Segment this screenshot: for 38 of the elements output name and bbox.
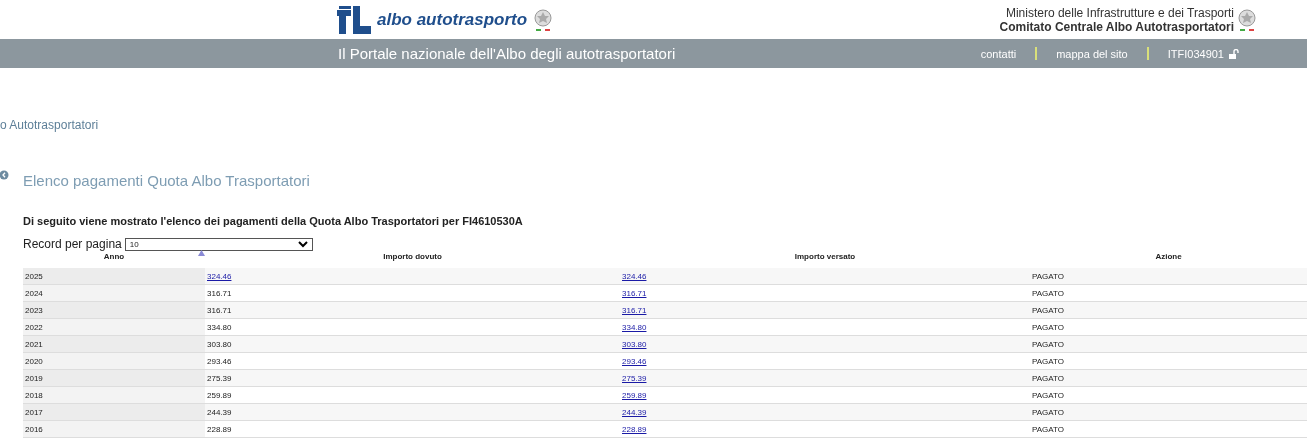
table-cell: 2025 [23, 265, 205, 285]
table-cell: PAGATO [1030, 265, 1307, 285]
back-icon[interactable] [0, 170, 9, 180]
emblem-icon [533, 7, 554, 32]
page-size-select[interactable]: 10 [124, 237, 313, 251]
table-cell: 259.89 [207, 390, 232, 400]
amount-link[interactable]: 324.46 [622, 271, 647, 281]
table-cell: 293.46 [207, 356, 232, 366]
unlock-icon [1229, 48, 1239, 59]
sort-arrow-icon [198, 250, 205, 256]
table-cell: 316.71 [207, 305, 232, 315]
amount-link[interactable]: 244.39 [622, 407, 647, 417]
table-cell: 316.71 [207, 288, 232, 298]
amount-link[interactable]: 228.89 [622, 424, 647, 434]
breadcrumb-link[interactable]: o Autotrasportatori [0, 118, 1307, 132]
amount-link[interactable]: 316.71 [622, 305, 647, 315]
emblem-icon [1237, 7, 1257, 32]
table-cell: 303.80 [207, 339, 232, 349]
amount-link[interactable]: 324.46 [207, 271, 232, 281]
table-cell: 228.89 [207, 424, 232, 434]
amount-link[interactable]: 316.71 [622, 288, 647, 298]
table-cell: 334.80 [207, 322, 232, 332]
table-cell: 275.39 [207, 373, 232, 383]
page-size-label: Record per pagina [23, 237, 122, 251]
amount-link[interactable]: 303.80 [622, 339, 647, 349]
chevron-icon [297, 240, 308, 248]
description-text: Di seguito viene mostrato l'elenco dei pagamenti della Quota Albo Trasportatori per FI4610530A [23, 215, 524, 227]
amount-link[interactable]: 334.80 [622, 322, 647, 332]
logo-mark-icon [335, 3, 371, 36]
ministry-name: Ministero delle Infrastrutture e dei Trasporti [1004, 5, 1234, 20]
committee-name: Comitato Centrale Albo Autotrasportatori [999, 19, 1234, 34]
portal-title: Il Portale nazionale dell'Albo degli autotrasportatori [338, 45, 676, 62]
table-cell: 244.39 [207, 407, 232, 417]
amount-link[interactable]: 293.46 [622, 356, 647, 366]
amount-link[interactable]: 259.89 [622, 390, 647, 400]
page-title: Elenco pagamenti Quota Albo Trasportatori [23, 172, 310, 189]
amount-link[interactable]: 275.39 [622, 373, 647, 383]
logo-text: albo autotrasporto [377, 9, 528, 30]
